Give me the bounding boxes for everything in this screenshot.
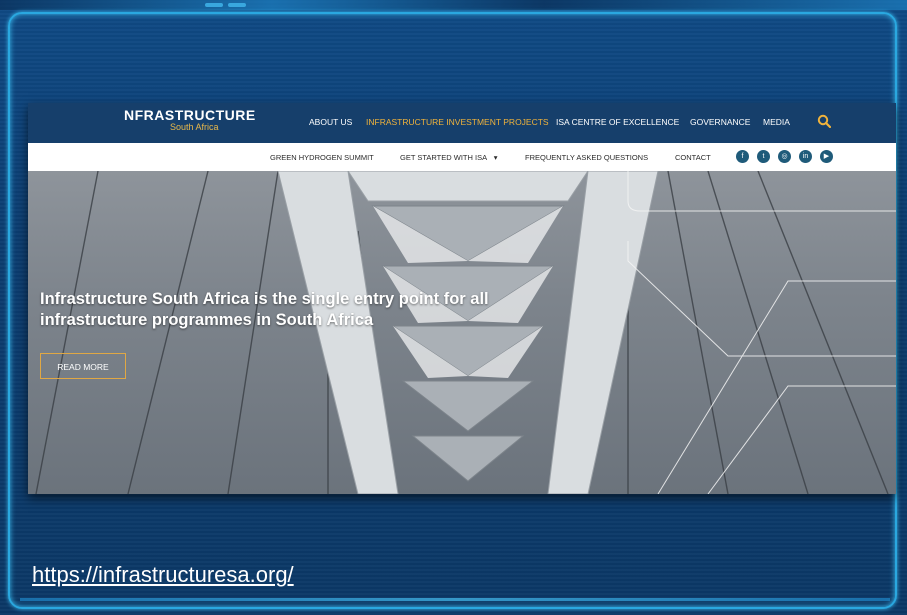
search-icon[interactable] <box>817 114 831 128</box>
nav-get-started-label: GET STARTED WITH ISA <box>400 153 487 162</box>
logo-wordmark: NFRASTRUCTURE <box>124 107 256 123</box>
decor-notch <box>228 3 246 7</box>
bridge-photo <box>35 171 896 494</box>
instagram-icon[interactable]: ◎ <box>778 150 791 163</box>
nav-infrastructure-investment-projects[interactable]: INFRASTRUCTURE INVESTMENT PROJECTS <box>366 117 549 127</box>
nav-faq[interactable]: FREQUENTLY ASKED QUESTIONS <box>525 153 648 162</box>
hero-headline: Infrastructure South Africa is the singl… <box>40 290 489 329</box>
decor-notch <box>205 3 223 7</box>
read-more-button[interactable]: READ MORE <box>40 353 126 379</box>
nav-governance[interactable]: GOVERNANCE <box>690 117 750 127</box>
website-url-link[interactable]: https://infrastructuresa.org/ <box>32 562 294 588</box>
website-screenshot: NFRASTRUCTURE South Africa ABOUT US INFR… <box>28 103 896 494</box>
youtube-icon[interactable]: ▶ <box>820 150 833 163</box>
top-decor-line <box>0 0 907 10</box>
hero-banner: Infrastructure South Africa is the singl… <box>28 171 896 494</box>
nav-about-us[interactable]: ABOUT US <box>309 117 352 127</box>
linkedin-icon[interactable]: in <box>799 150 812 163</box>
twitter-icon[interactable]: t <box>757 150 770 163</box>
site-logo[interactable]: NFRASTRUCTURE South Africa <box>124 107 256 132</box>
bottom-decor-line <box>20 598 890 601</box>
chevron-down-icon: ▾ <box>493 153 498 162</box>
logo-subtitle: South Africa <box>170 122 219 132</box>
main-navbar: NFRASTRUCTURE South Africa ABOUT US INFR… <box>28 103 896 143</box>
nav-isa-centre-of-excellence[interactable]: ISA CENTRE OF EXCELLENCE <box>556 117 679 127</box>
nav-contact[interactable]: CONTACT <box>675 153 711 162</box>
secondary-navbar: GREEN HYDROGEN SUMMIT GET STARTED WITH I… <box>28 143 896 171</box>
nav-media[interactable]: MEDIA <box>763 117 790 127</box>
nav-get-started-with-isa[interactable]: GET STARTED WITH ISA ▾ <box>400 153 498 162</box>
nav-green-hydrogen-summit[interactable]: GREEN HYDROGEN SUMMIT <box>270 153 374 162</box>
facebook-icon[interactable]: f <box>736 150 749 163</box>
